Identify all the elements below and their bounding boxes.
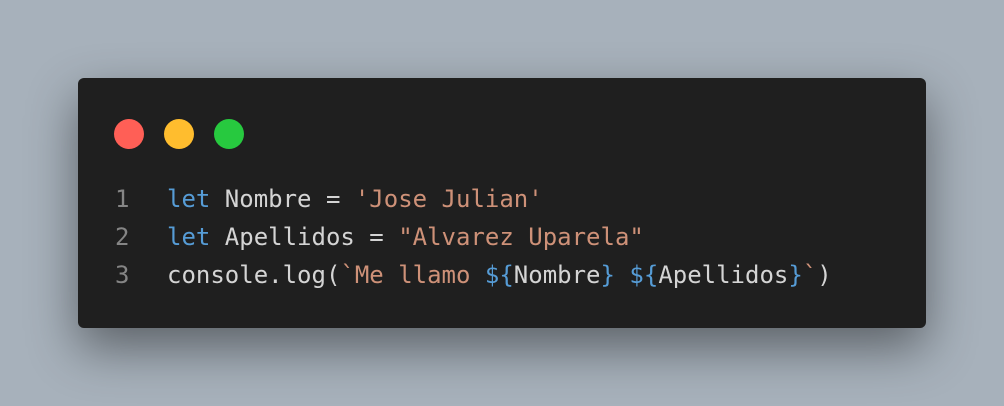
line-number: 2 — [115, 223, 130, 251]
variable-token: Nombre — [513, 261, 601, 289]
interpolation-close-token: } — [600, 261, 615, 289]
interpolation-open-token: ${ — [484, 261, 514, 289]
window-controls — [114, 119, 244, 149]
template-string-end-token: ` — [802, 261, 818, 289]
code-line: 1 let Nombre = 'Jose Julian' — [115, 180, 906, 218]
string-token: 'Jose Julian' — [354, 185, 543, 213]
identifier-token: Apellidos = — [210, 223, 399, 251]
interpolation-open-token: ${ — [629, 261, 659, 289]
template-string-token: `Me llamo — [340, 261, 485, 289]
close-dot-icon[interactable] — [114, 119, 144, 149]
line-number: 3 — [115, 261, 130, 289]
paren-close-token: ) — [817, 261, 832, 289]
string-token: "Alvarez Uparela" — [398, 223, 644, 251]
line-number: 1 — [115, 185, 130, 213]
keyword-token: let — [167, 223, 211, 251]
template-string-token — [615, 256, 629, 294]
interpolation-close-token: } — [788, 261, 803, 289]
identifier-token: Nombre = — [210, 185, 355, 213]
code-line: 2 let Apellidos = "Alvarez Uparela" — [115, 218, 906, 256]
minimize-dot-icon[interactable] — [164, 119, 194, 149]
code-window: 1 let Nombre = 'Jose Julian' 2 let Apell… — [78, 78, 926, 328]
keyword-token: let — [167, 185, 211, 213]
code-line: 3 console.log( `Me llamo ${ Nombre } ${ … — [115, 256, 906, 294]
variable-token: Apellidos — [658, 261, 789, 289]
function-call-token: console.log( — [167, 261, 341, 289]
code-block: 1 let Nombre = 'Jose Julian' 2 let Apell… — [115, 180, 906, 294]
maximize-dot-icon[interactable] — [214, 119, 244, 149]
